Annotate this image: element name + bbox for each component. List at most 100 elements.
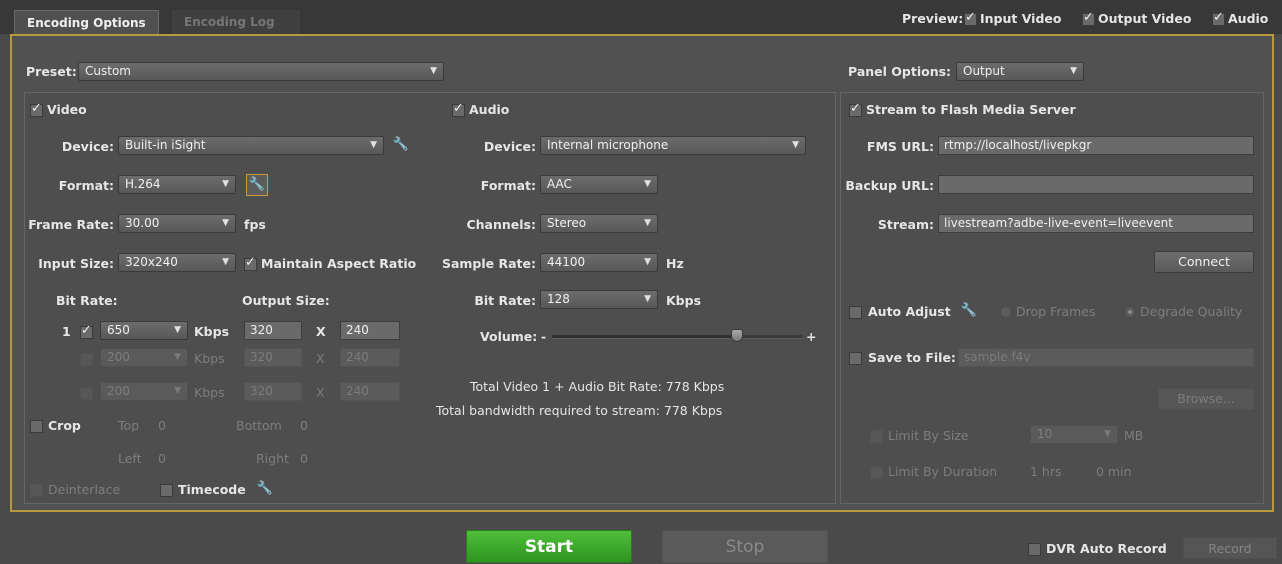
- bitrate-row-2-checkbox[interactable]: [80, 353, 93, 366]
- x-separator: X: [316, 351, 325, 366]
- chevron-down-icon: ▼: [370, 140, 377, 150]
- audio-bit-rate-dropdown[interactable]: 128 ▼: [540, 290, 658, 309]
- bitrate-row-2-dropdown[interactable]: 200 ▼: [100, 348, 188, 367]
- crop-bottom-label: Bottom: [236, 418, 282, 433]
- audio-preview-label: Audio: [1228, 11, 1269, 26]
- wrench-icon[interactable]: 🔧: [392, 136, 410, 154]
- total-bit-rate: Total Video 1 + Audio Bit Rate: 778 Kbps: [470, 379, 725, 394]
- duration-minutes[interactable]: 0 min: [1096, 464, 1132, 480]
- audio-preview-checkbox[interactable]: [1212, 10, 1225, 26]
- crop-bottom-value[interactable]: 0: [300, 418, 308, 434]
- video-device-label: Device:: [61, 139, 114, 154]
- crop-checkbox[interactable]: [30, 420, 43, 433]
- deinterlace-checkbox[interactable]: [30, 484, 43, 497]
- browse-button[interactable]: Browse...: [1158, 388, 1254, 410]
- wrench-icon[interactable]: 🔧: [246, 174, 268, 196]
- crop-left-value[interactable]: 0: [158, 451, 166, 467]
- chevron-down-icon: ▼: [644, 257, 651, 267]
- wrench-icon[interactable]: 🔧: [256, 480, 274, 498]
- auto-adjust-checkbox[interactable]: [849, 306, 862, 319]
- limit-by-size-checkbox[interactable]: [870, 430, 883, 443]
- stream-to-fms-label: Stream to Flash Media Server: [866, 102, 1076, 117]
- degrade-quality-radio[interactable]: [1124, 306, 1136, 318]
- drop-frames-radio[interactable]: [1000, 306, 1012, 318]
- stream-input[interactable]: livestream?adbe-live-event=liveevent: [938, 214, 1254, 233]
- crop-left-label: Left: [118, 451, 142, 466]
- video-section-title: Video: [47, 102, 87, 117]
- input-size-dropdown[interactable]: 320x240 ▼: [118, 253, 236, 272]
- frame-rate-value: 30.00: [125, 216, 160, 230]
- channels-dropdown[interactable]: Stereo ▼: [540, 214, 658, 233]
- output-height-1-input[interactable]: 240: [340, 321, 400, 340]
- bitrate-row-3-dropdown[interactable]: 200 ▼: [100, 382, 188, 401]
- channels-label: Channels:: [466, 217, 536, 232]
- maintain-aspect-label: Maintain Aspect Ratio: [261, 256, 417, 271]
- limit-size-dropdown[interactable]: 10 ▼: [1030, 425, 1118, 444]
- crop-top-value[interactable]: 0: [158, 418, 166, 434]
- audio-kbps-unit: Kbps: [666, 293, 702, 308]
- limit-by-duration-label: Limit By Duration: [888, 464, 998, 479]
- wrench-icon[interactable]: 🔧: [960, 302, 978, 320]
- output-height-2-input[interactable]: 240: [340, 348, 400, 367]
- tab-encoding-options[interactable]: Encoding Options: [14, 10, 159, 34]
- audio-format-value: AAC: [547, 177, 572, 191]
- output-height-3-input[interactable]: 240: [340, 382, 400, 401]
- volume-slider-handle[interactable]: [731, 329, 743, 342]
- duration-hours[interactable]: 1 hrs: [1030, 464, 1062, 480]
- degrade-quality-label: Degrade Quality: [1140, 304, 1243, 319]
- save-to-file-label: Save to File:: [868, 350, 956, 365]
- chevron-down-icon: ▼: [792, 140, 799, 150]
- video-format-dropdown[interactable]: H.264 ▼: [118, 175, 236, 194]
- chevron-down-icon: ▼: [430, 66, 437, 76]
- stop-button[interactable]: Stop: [662, 530, 828, 563]
- audio-device-dropdown[interactable]: Internal microphone ▼: [540, 136, 806, 155]
- output-width-3-input[interactable]: 320: [244, 382, 302, 401]
- video-device-dropdown[interactable]: Built-in iSight ▼: [118, 136, 384, 155]
- bitrate-row-1-dropdown[interactable]: 650 ▼: [100, 321, 188, 340]
- start-button[interactable]: Start: [466, 530, 632, 563]
- stream-to-fms-checkbox[interactable]: [849, 101, 862, 117]
- audio-format-dropdown[interactable]: AAC ▼: [540, 175, 658, 194]
- frame-rate-dropdown[interactable]: 30.00 ▼: [118, 214, 236, 233]
- channels-value: Stereo: [547, 216, 587, 230]
- record-button[interactable]: Record: [1183, 537, 1277, 559]
- frame-rate-label: Frame Rate:: [28, 217, 114, 232]
- audio-checkbox[interactable]: [452, 101, 465, 117]
- chevron-down-icon: ▼: [1104, 429, 1111, 439]
- video-format-label: Format:: [58, 178, 114, 193]
- connect-button[interactable]: Connect: [1154, 251, 1254, 273]
- fms-url-input[interactable]: rtmp://localhost/livepkgr: [938, 136, 1254, 155]
- video-checkbox[interactable]: [30, 101, 43, 117]
- limit-by-duration-checkbox[interactable]: [870, 466, 883, 479]
- panel-options-dropdown[interactable]: Output ▼: [956, 62, 1084, 81]
- limit-by-size-label: Limit By Size: [888, 428, 969, 443]
- input-size-value: 320x240: [125, 255, 178, 269]
- tab-encoding-log[interactable]: Encoding Log: [172, 10, 300, 34]
- bitrate-row-3-checkbox[interactable]: [80, 387, 93, 400]
- sample-rate-dropdown[interactable]: 44100 ▼: [540, 253, 658, 272]
- output-width-1-input[interactable]: 320: [244, 321, 302, 340]
- chevron-down-icon: ▼: [644, 294, 651, 304]
- dvr-auto-record-checkbox[interactable]: [1028, 543, 1041, 556]
- output-width-2-input[interactable]: 320: [244, 348, 302, 367]
- sample-rate-label: Sample Rate:: [441, 256, 536, 271]
- preset-dropdown[interactable]: Custom ▼: [78, 62, 444, 81]
- video-format-value: H.264: [125, 177, 161, 191]
- input-video-checkbox[interactable]: [964, 10, 977, 26]
- crop-label: Crop: [48, 418, 81, 433]
- input-size-label: Input Size:: [38, 256, 114, 271]
- chevron-down-icon: ▼: [174, 352, 181, 362]
- timecode-label: Timecode: [178, 482, 246, 497]
- backup-url-input[interactable]: [938, 175, 1254, 194]
- chevron-down-icon: ▼: [222, 218, 229, 228]
- bitrate-row-1-checkbox[interactable]: [80, 323, 93, 339]
- input-video-label: Input Video: [980, 11, 1062, 26]
- maintain-aspect-checkbox[interactable]: [244, 255, 257, 271]
- audio-section-title: Audio: [469, 102, 510, 117]
- save-to-file-checkbox[interactable]: [849, 352, 862, 365]
- output-video-checkbox[interactable]: [1082, 10, 1095, 26]
- timecode-checkbox[interactable]: [160, 484, 173, 497]
- save-file-input[interactable]: sample.f4v: [958, 348, 1254, 367]
- audio-device-label: Device:: [483, 139, 536, 154]
- crop-right-value[interactable]: 0: [300, 451, 308, 467]
